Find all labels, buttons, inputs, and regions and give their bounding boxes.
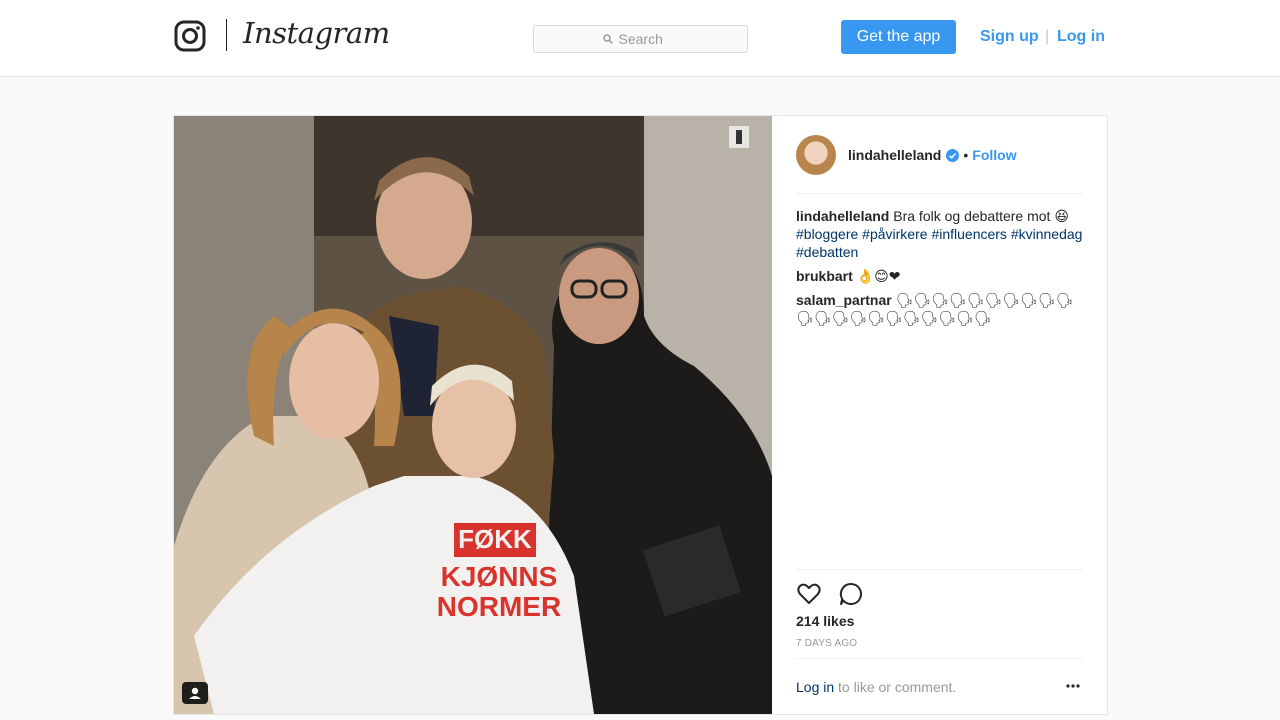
comment-username[interactable]: brukbart xyxy=(796,268,853,284)
comments-list: lindahelleland Bra folk og debattere mot… xyxy=(796,207,1086,333)
header-divider xyxy=(796,193,1083,194)
search-box[interactable] xyxy=(533,25,748,53)
log-in-link[interactable]: Log in xyxy=(1057,28,1105,46)
heart-icon[interactable] xyxy=(796,581,822,607)
svg-text:FØKK: FØKK xyxy=(458,524,532,554)
verified-badge-icon xyxy=(946,148,960,162)
comment-item: salam_partnar 🗣🗣🗣🗣🗣🗣🗣🗣🗣🗣🗣🗣🗣🗣🗣🗣🗣🗣🗣🗣🗣 xyxy=(796,291,1086,327)
hashtag-link[interactable]: #bloggere xyxy=(796,226,858,242)
post-photo-illustration: FØKK KJØNNS NORMER xyxy=(174,116,772,714)
search-icon xyxy=(602,34,613,44)
hashtag-link[interactable]: #påvirkere xyxy=(862,226,927,242)
login-prompt-text: to like or comment. xyxy=(834,679,957,695)
logo-divider xyxy=(226,19,227,51)
actions-divider xyxy=(796,569,1083,570)
follow-button[interactable]: Follow xyxy=(972,147,1016,163)
post-header: lindahelleland • Follow xyxy=(796,135,1083,175)
hashtag-link[interactable]: #influencers xyxy=(931,226,1007,242)
author-username[interactable]: lindahelleland xyxy=(848,147,941,163)
comment-username[interactable]: salam_partnar xyxy=(796,292,892,308)
instagram-glyph-icon[interactable] xyxy=(174,20,206,52)
get-the-app-button[interactable]: Get the app xyxy=(841,20,956,54)
tagged-user-icon[interactable] xyxy=(182,682,208,704)
header-dot: • xyxy=(963,147,969,163)
post-card: FØKK KJØNNS NORMER lindahelleland • Foll… xyxy=(173,115,1108,715)
instagram-wordmark[interactable]: Instagram xyxy=(243,16,390,50)
more-options-icon[interactable] xyxy=(1065,682,1081,690)
post-photo[interactable]: FØKK KJØNNS NORMER xyxy=(174,116,772,714)
hashtag-link[interactable]: #kvinnedag xyxy=(1011,226,1083,242)
svg-text:NORMER: NORMER xyxy=(437,591,561,622)
caption-text: Bra folk og debattere mot 😆 xyxy=(893,208,1069,224)
top-navigation-bar: Instagram Get the app Sign up | Log in xyxy=(0,0,1280,77)
login-prompt: Log in to like or comment. xyxy=(796,679,956,695)
post-date: 7 DAYS AGO xyxy=(796,638,858,649)
footer-divider xyxy=(796,658,1083,659)
hashtag-link[interactable]: #debatten xyxy=(796,244,858,260)
post-sidebar: lindahelleland • Follow lindahelleland B… xyxy=(772,116,1107,714)
svg-text:KJØNNS: KJØNNS xyxy=(441,561,558,592)
likes-count[interactable]: 214 likes xyxy=(796,613,854,629)
post-actions xyxy=(796,581,864,607)
caption-username[interactable]: lindahelleland xyxy=(796,208,889,224)
sign-up-link[interactable]: Sign up xyxy=(980,28,1039,46)
login-to-comment-link[interactable]: Log in xyxy=(796,679,834,695)
comment-item: brukbart 👌😊❤ xyxy=(796,267,1086,285)
caption: lindahelleland Bra folk og debattere mot… xyxy=(796,207,1086,261)
auth-separator: | xyxy=(1045,28,1050,45)
author-avatar[interactable] xyxy=(796,135,836,175)
comment-text: 👌😊❤ xyxy=(856,268,901,284)
search-input[interactable] xyxy=(618,31,679,47)
comment-icon[interactable] xyxy=(838,581,864,607)
